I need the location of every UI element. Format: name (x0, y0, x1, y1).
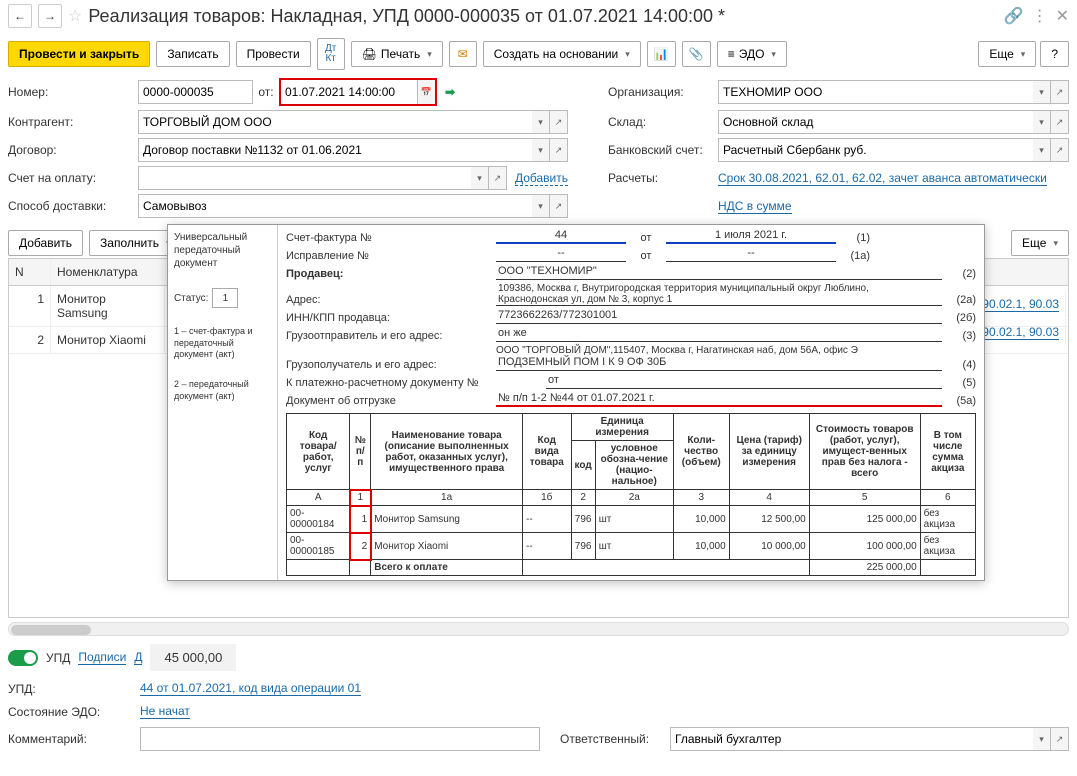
more-button[interactable]: Еще (978, 41, 1036, 67)
dtkt-icon: ДтКт (325, 44, 336, 64)
delivery-input[interactable] (138, 194, 532, 218)
ct-open[interactable]: ↗ (550, 138, 568, 162)
print-button[interactable]: Печать (351, 41, 443, 67)
calc-label: Расчеты: (608, 171, 718, 185)
inv-open[interactable]: ↗ (489, 166, 507, 190)
window-title: Реализация товаров: Накладная, УПД 0000-… (88, 6, 997, 27)
print-icon (362, 47, 377, 61)
contract-input[interactable] (138, 138, 532, 162)
wh-open[interactable]: ↗ (1051, 110, 1069, 134)
resp-open[interactable]: ↗ (1051, 727, 1069, 751)
nav-fwd[interactable]: → (38, 4, 62, 28)
edo-state-label: Состояние ЭДО: (8, 705, 140, 719)
upd-preview-popup: Универсальный передаточный документ Стат… (167, 224, 985, 581)
doc-left-title: Универсальный передаточный документ (174, 231, 271, 270)
items-grid: N Номенклатура 1 Монитор Samsung 90.02.1… (8, 258, 1069, 618)
bank-label: Банковский счет: (608, 143, 718, 157)
sign-link[interactable]: Подписи (78, 650, 126, 665)
invoice-input[interactable] (138, 166, 471, 190)
comment-label: Комментарий: (8, 732, 140, 746)
inv-drop[interactable]: ▾ (471, 166, 489, 190)
star-icon[interactable]: ☆ (68, 6, 82, 26)
delivery-label: Способ доставки: (8, 199, 138, 213)
link-icon[interactable] (1004, 6, 1024, 26)
col-n: N (9, 259, 51, 285)
acct-link[interactable]: 90.02.1, 90.03 (982, 297, 1059, 312)
post-close-button[interactable]: Провести и закрыть (8, 41, 150, 67)
help-button[interactable]: ? (1040, 41, 1069, 67)
nav-back[interactable]: ← (8, 4, 32, 28)
vat-link[interactable]: НДС в сумме (718, 199, 792, 214)
dl-open[interactable]: ↗ (550, 194, 568, 218)
report-icon: 📊 (654, 47, 669, 61)
org-open[interactable]: ↗ (1051, 80, 1069, 104)
resp-label: Ответственный: (560, 732, 670, 746)
date-apply-icon[interactable]: ➡ (445, 85, 455, 99)
comment-input[interactable] (140, 727, 540, 751)
bars-icon (728, 47, 735, 61)
contract-label: Договор: (8, 143, 138, 157)
org-input[interactable] (718, 80, 1033, 104)
upd-label: УПД (46, 651, 70, 665)
number-input[interactable] (138, 80, 253, 104)
upd-toggle[interactable] (8, 650, 38, 666)
mail-icon (458, 47, 468, 61)
edo-button[interactable]: ЭДО (717, 41, 787, 67)
counterparty-input[interactable] (138, 110, 532, 134)
dl-drop[interactable]: ▾ (532, 194, 550, 218)
mail-button[interactable] (449, 41, 477, 67)
bk-open[interactable]: ↗ (1051, 138, 1069, 162)
upd-footer-label: УПД: (8, 682, 140, 696)
org-drop[interactable]: ▾ (1033, 80, 1051, 104)
cp-drop[interactable]: ▾ (532, 110, 550, 134)
date-input[interactable] (281, 80, 417, 104)
invoice-label: Счет на оплату: (8, 171, 138, 185)
bank-input[interactable] (718, 138, 1033, 162)
report-button[interactable]: 📊 (647, 41, 676, 67)
acct-link[interactable]: 90.02.1, 90.03 (982, 325, 1059, 340)
wh-drop[interactable]: ▾ (1033, 110, 1051, 134)
resp-drop[interactable]: ▾ (1033, 727, 1051, 751)
row-more-button[interactable]: Еще (1011, 230, 1069, 256)
dtkt-button[interactable]: ДтКт (317, 38, 345, 70)
bk-drop[interactable]: ▾ (1033, 138, 1051, 162)
calendar-icon[interactable]: 📅 (417, 80, 435, 104)
total-amount: 45 000,00 (150, 644, 236, 671)
attach-button[interactable] (682, 41, 711, 67)
d-link[interactable]: Д (134, 650, 142, 665)
row-add-button[interactable]: Добавить (8, 230, 83, 256)
add-invoice-link[interactable]: Добавить (515, 171, 568, 186)
calc-link[interactable]: Срок 30.08.2021, 62.01, 62.02, зачет ава… (718, 171, 1047, 186)
resp-input[interactable] (670, 727, 1033, 751)
upd-footer-link[interactable]: 44 от 01.07.2021, код вида операции 01 (140, 681, 361, 696)
kebab-icon[interactable]: ⋮ (1032, 6, 1048, 26)
edo-state-link[interactable]: Не начат (140, 704, 190, 719)
post-button[interactable]: Провести (236, 41, 311, 67)
counterparty-label: Контрагент: (8, 115, 138, 129)
org-label: Организация: (608, 85, 718, 99)
date-label: от: (253, 85, 279, 99)
cp-open[interactable]: ↗ (550, 110, 568, 134)
grid-h-scrollbar[interactable] (8, 622, 1069, 636)
close-icon[interactable]: ✕ (1056, 6, 1069, 26)
number-label: Номер: (8, 85, 138, 99)
ct-drop[interactable]: ▾ (532, 138, 550, 162)
doc-items-table: Код товара/ работ, услуг № п/п Наименова… (286, 413, 976, 576)
warehouse-input[interactable] (718, 110, 1033, 134)
create-based-button[interactable]: Создать на основании (483, 41, 641, 67)
status-box: 1 (212, 288, 238, 308)
clip-icon (689, 47, 704, 61)
warehouse-label: Склад: (608, 115, 718, 129)
save-button[interactable]: Записать (156, 41, 229, 67)
